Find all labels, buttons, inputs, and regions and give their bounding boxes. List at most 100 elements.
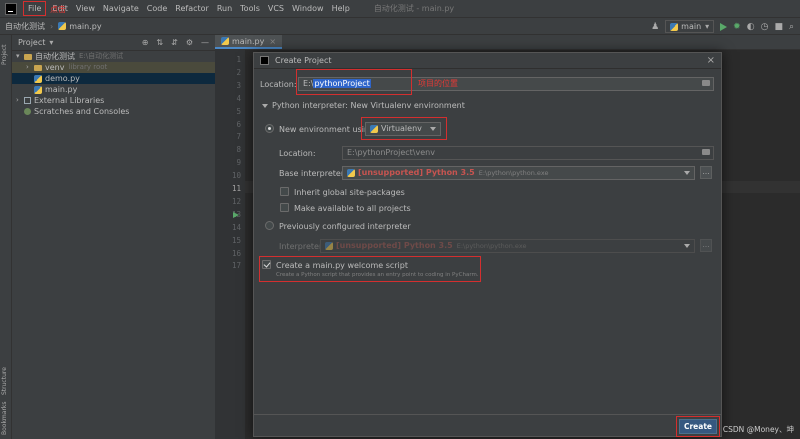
project-panel-title[interactable]: Project [18, 38, 45, 47]
line-number: 3 [236, 80, 241, 90]
interpreter-select[interactable]: [unsupported] Python 3.5 E:\python\pytho… [320, 239, 695, 253]
search-everywhere-icon[interactable]: ⌕ [789, 22, 794, 32]
breadcrumb-project[interactable]: 自动化测试 [0, 21, 50, 32]
menu-help[interactable]: Help [328, 0, 354, 18]
line-gutter: 1 2 3 4 5 6 7 8 9 10 11 12 13 14 15 16 17 [215, 50, 245, 439]
stripe-bookmarks-tab[interactable]: Bookmarks [1, 401, 8, 435]
expand-icon[interactable]: ⇵ [171, 38, 178, 47]
line-number: 16 [231, 248, 241, 258]
scratches-icon [24, 108, 31, 115]
line-number: 14 [231, 222, 241, 232]
tree-demo[interactable]: demo.py [12, 73, 215, 84]
locate-icon[interactable]: ⊕ [142, 38, 149, 47]
python-file-icon [34, 74, 42, 83]
stripe-project-tab[interactable]: Project [1, 44, 8, 65]
tree-external-label: External Libraries [34, 96, 105, 105]
gear-icon[interactable]: ⚙ [186, 38, 193, 47]
window-title: 自动化测试 - main.py [373, 4, 455, 13]
interpreter-browse-button[interactable]: … [700, 239, 712, 252]
chevron-down-icon [684, 244, 690, 248]
menu-bar: File Edit View Navigate Code Refactor Ru… [0, 0, 800, 18]
python-file-icon [58, 22, 67, 30]
interpreter-section-label: Python interpreter: New Virtualenv envir… [272, 101, 465, 110]
nav-bar: 自动化测试 › main.py ♟ main ▾ ✹ ◐ ◷ ■ ⌕ [0, 18, 800, 35]
tab-main-py[interactable]: main.py × [215, 35, 283, 49]
menu-window[interactable]: Window [288, 0, 328, 18]
line-number: 10 [231, 171, 241, 181]
interpreter-tag: [unsupported] Python 3.5 [336, 241, 453, 250]
close-icon[interactable]: × [707, 55, 715, 66]
collapse-icon[interactable]: ⇅ [156, 38, 163, 47]
tab-main-label: main.py [232, 36, 265, 46]
chevron-down-icon[interactable]: ▾ [49, 38, 53, 47]
minimize-icon[interactable]: — [201, 38, 209, 47]
dialog-title-bar: Create Project × [254, 53, 721, 69]
python-icon [347, 169, 355, 177]
base-interpreter-browse-button[interactable]: … [700, 166, 712, 179]
highlight-box-welcome-script [259, 256, 481, 282]
create-project-dialog: Create Project × Location: E:\pythonProj… [253, 52, 722, 437]
browse-folder-icon[interactable] [702, 149, 710, 155]
profile-icon[interactable]: ◷ [761, 22, 769, 32]
run-gutter-icon[interactable] [233, 211, 239, 218]
left-tool-stripe: Project Structure Bookmarks [0, 35, 12, 439]
menu-refactor[interactable]: Refactor [171, 0, 213, 18]
tree-demo-label: demo.py [45, 74, 80, 83]
menu-view[interactable]: View [72, 0, 99, 18]
highlight-box-create [676, 416, 720, 437]
make-available-checkbox[interactable] [280, 203, 289, 212]
folder-icon [24, 53, 32, 60]
tree-main[interactable]: main.py [12, 84, 215, 95]
close-icon[interactable]: × [269, 37, 276, 46]
previous-interpreter-radio[interactable] [265, 221, 274, 230]
env-location-input[interactable]: E:\pythonProject\venv [342, 146, 714, 160]
new-environment-radio[interactable] [265, 124, 274, 133]
run-config-selector[interactable]: main ▾ [665, 20, 715, 33]
line-number: 17 [231, 261, 241, 271]
highlight-box-env-tool [361, 117, 447, 140]
chevron-down-icon: ▾ [705, 22, 710, 31]
tree-scratches[interactable]: Scratches and Consoles [12, 106, 215, 117]
line-number: 12 [231, 196, 241, 206]
debug-icon[interactable]: ✹ [733, 22, 741, 32]
line-number: 11 [231, 184, 241, 193]
tree-root-label: 自动化测试 [35, 52, 75, 61]
base-interpreter-select[interactable]: [unsupported] Python 3.5 E:\python\pytho… [342, 166, 695, 180]
editor-tabs: main.py × [215, 35, 800, 50]
inherit-packages-checkbox[interactable] [280, 187, 289, 196]
tree-venv[interactable]: › venv library root [12, 62, 215, 73]
interpreter-section-title[interactable]: Python interpreter: New Virtualenv envir… [262, 101, 465, 110]
menu-vcs[interactable]: VCS [264, 0, 288, 18]
chevron-right-icon: › [26, 63, 29, 71]
menu-run[interactable]: Run [213, 0, 236, 18]
previous-interpreter-label: Previously configured interpreter [279, 222, 411, 231]
menu-code[interactable]: Code [143, 0, 171, 18]
watermark: CSDN @Money、坤 [722, 425, 794, 434]
pycharm-logo-icon [260, 56, 269, 65]
click-annotation: 点击 [50, 5, 66, 14]
run-config-label: main [681, 22, 702, 31]
line-number: 8 [236, 145, 241, 155]
folder-icon [34, 64, 42, 71]
user-icon[interactable]: ♟ [651, 22, 659, 32]
run-icon[interactable] [720, 22, 728, 31]
menu-file[interactable]: File [23, 1, 47, 16]
menu-tools[interactable]: Tools [236, 0, 264, 18]
env-location-label: Location: [279, 149, 316, 158]
stripe-structure-tab[interactable]: Structure [1, 367, 8, 395]
tree-venv-label: venv [45, 63, 65, 72]
line-number: 9 [236, 158, 241, 168]
line-number: 7 [236, 132, 241, 142]
stop-icon[interactable]: ■ [774, 22, 783, 32]
tree-venv-hint: library root [68, 63, 108, 71]
browse-folder-icon[interactable] [702, 80, 710, 86]
coverage-icon[interactable]: ◐ [747, 22, 755, 32]
breadcrumb-file[interactable]: main.py [53, 22, 106, 31]
env-location-value: E:\pythonProject\venv [347, 148, 435, 157]
dialog-title: Create Project [275, 56, 332, 65]
tree-root[interactable]: ▾ 自动化测试 E:\自动化测试 [12, 51, 215, 62]
tree-external-libraries[interactable]: › External Libraries [12, 95, 215, 106]
python-file-icon [34, 85, 42, 94]
menu-navigate[interactable]: Navigate [99, 0, 143, 18]
tree-scratches-label: Scratches and Consoles [34, 107, 130, 116]
